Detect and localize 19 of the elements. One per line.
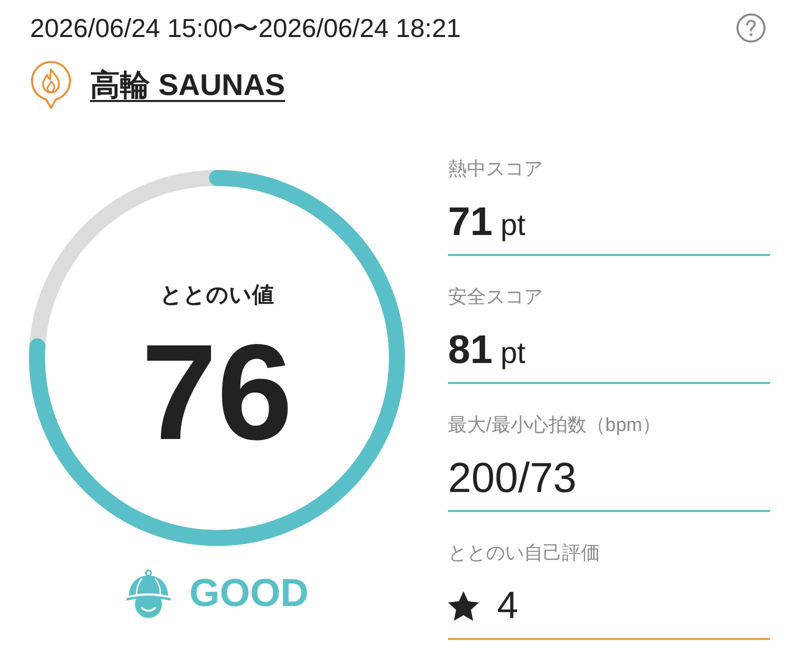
metric-label: 熱中スコア <box>448 158 543 182</box>
rating-value: 4 <box>497 584 518 629</box>
score-value: 71 <box>448 199 492 246</box>
metric-label: 最大/最小心拍数（bpm） <box>448 414 662 438</box>
heart-rate-value: 200/73 <box>448 454 576 502</box>
flame-pin-icon <box>30 61 72 111</box>
condition-label: GOOD <box>189 572 309 616</box>
star-icon <box>448 591 479 621</box>
metric-label: ととのい自己評価 <box>448 542 600 566</box>
help-icon[interactable] <box>736 13 766 43</box>
gauge-label: ととのい値 <box>160 281 274 309</box>
score-value: 81 <box>448 327 492 374</box>
unit-label: pt <box>500 339 526 369</box>
unit-label: pt <box>500 211 526 241</box>
gauge-value: 76 <box>141 324 293 460</box>
smiling-character-icon <box>125 569 172 619</box>
date-range: 2026/06/24 15:00〜2026/06/24 18:21 <box>30 13 461 43</box>
venue-link[interactable]: 高輪 SAUNAS <box>90 68 286 104</box>
metric-label: 安全スコア <box>448 286 543 310</box>
